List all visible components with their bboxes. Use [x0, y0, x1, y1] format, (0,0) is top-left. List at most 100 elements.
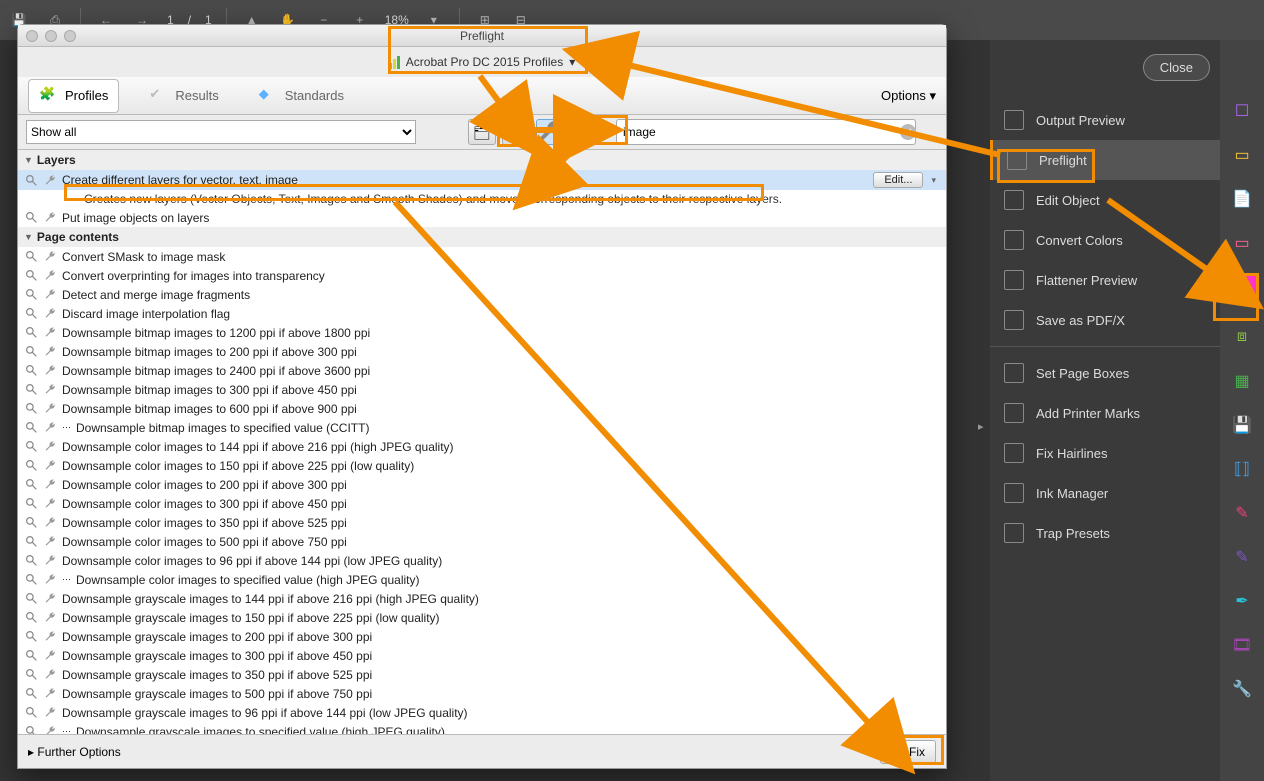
fixup-label: Create different layers for vector, text… — [62, 173, 869, 187]
fixup-row[interactable]: Downsample color images to 500 ppi if ab… — [18, 532, 946, 551]
fixup-row[interactable]: Downsample bitmap images to 2400 ppi if … — [18, 361, 946, 380]
group-header[interactable]: ▼ Layers — [18, 150, 946, 170]
add-page-icon[interactable]: ⊕ — [1228, 276, 1256, 304]
panel-item-save-as-pdf-x[interactable]: Save as PDF/X — [990, 300, 1220, 340]
fixup-row[interactable]: Downsample color images to 96 ppi if abo… — [18, 551, 946, 570]
tab-results[interactable]: ✔ Results — [139, 80, 228, 112]
panel-item-ink-manager[interactable]: Ink Manager — [990, 473, 1220, 513]
fixup-row[interactable]: Downsample color images to 350 ppi if ab… — [18, 513, 946, 532]
fixup-row[interactable]: Downsample grayscale images to 96 ppi if… — [18, 703, 946, 722]
magnifier-icon — [24, 458, 39, 473]
crop-icon[interactable]: ⧈ — [1231, 326, 1253, 348]
magnifier-icon — [24, 420, 39, 435]
sign-icon[interactable]: ✎ — [1231, 502, 1253, 524]
chevron-down-icon: ▾ — [569, 55, 575, 69]
fixup-row[interactable]: Downsample grayscale images to 500 ppi i… — [18, 684, 946, 703]
page-icon[interactable]: 📄 — [1231, 188, 1253, 210]
wrench-icon — [43, 458, 58, 473]
note-icon[interactable]: ▭ — [1231, 144, 1253, 166]
fixup-label: Downsample grayscale images to 150 ppi i… — [62, 611, 940, 625]
panel-item-label: Ink Manager — [1036, 486, 1108, 501]
fixup-row[interactable]: Downsample bitmap images to 200 ppi if a… — [18, 342, 946, 361]
wrench-icon — [43, 667, 58, 682]
fixups-filter-button[interactable] — [536, 119, 564, 145]
window-titlebar[interactable]: Preflight — [18, 25, 946, 47]
fixup-label: Downsample bitmap images to 300 ppi if a… — [62, 383, 940, 397]
tool-settings-icon[interactable]: 🔧 — [1231, 678, 1253, 700]
fixup-label: Downsample color images to 96 ppi if abo… — [62, 554, 940, 568]
panel-item-output-preview[interactable]: Output Preview — [990, 100, 1220, 140]
fixup-row[interactable]: Downsample grayscale images to 350 ppi i… — [18, 665, 946, 684]
collapse-panel-icon[interactable]: ▸ — [978, 420, 984, 433]
measure-icon[interactable]: ⟦⟧ — [1231, 458, 1253, 480]
panel-item-edit-object[interactable]: Edit Object — [990, 180, 1220, 220]
panel-item-set-page-boxes[interactable]: Set Page Boxes — [990, 353, 1220, 393]
fixup-label: Downsample grayscale images to 500 ppi i… — [62, 687, 940, 701]
panel-item-label: Save as PDF/X — [1036, 313, 1125, 328]
edit-alt-icon[interactable]: ✎ — [1231, 546, 1253, 568]
wrench-icon — [43, 439, 58, 454]
panel-item-label: Preflight — [1039, 153, 1087, 168]
magnifier-icon — [24, 629, 39, 644]
window-controls[interactable] — [26, 30, 76, 42]
pen-icon[interactable]: ✒ — [1231, 590, 1253, 612]
wrench-icon — [43, 344, 58, 359]
clear-search-button[interactable]: ✕ — [900, 124, 916, 140]
fixup-row[interactable]: Downsample color images to 144 ppi if ab… — [18, 437, 946, 456]
fixup-row[interactable]: ⋯Downsample grayscale images to specifie… — [18, 722, 946, 734]
fixup-row[interactable]: Create different layers for vector, text… — [18, 170, 946, 190]
chip-icon[interactable]: ▦ — [1231, 370, 1253, 392]
profiles-dropdown[interactable]: Acrobat Pro DC 2015 Profiles ▾ — [381, 52, 583, 72]
group-header[interactable]: ▼ Page contents — [18, 227, 946, 247]
fixup-row[interactable]: Downsample color images to 150 ppi if ab… — [18, 456, 946, 475]
fixup-label: Convert overprinting for images into tra… — [62, 269, 940, 283]
fixup-row[interactable]: Discard image interpolation flag — [18, 304, 946, 323]
panel-item-fix-hairlines[interactable]: Fix Hairlines — [990, 433, 1220, 473]
fixup-row[interactable]: ⋯Downsample bitmap images to specified v… — [18, 418, 946, 437]
panel-item-preflight[interactable]: Preflight — [990, 140, 1220, 180]
fixup-label: Downsample color images to 144 ppi if ab… — [62, 440, 940, 454]
fixup-row[interactable]: Downsample bitmap images to 600 ppi if a… — [18, 399, 946, 418]
fixup-row[interactable]: Downsample grayscale images to 144 ppi i… — [18, 589, 946, 608]
wrench-icon — [43, 572, 58, 587]
fixup-row[interactable]: Downsample grayscale images to 200 ppi i… — [18, 627, 946, 646]
further-options-toggle[interactable]: ▸ Further Options — [28, 745, 121, 759]
edit-button[interactable]: Edit... — [873, 172, 923, 188]
fixups-list[interactable]: ▼ Layers Create different layers for vect… — [18, 149, 946, 734]
group-toggle-button[interactable]: 🗂 — [468, 119, 496, 145]
panel-item-trap-presets[interactable]: Trap Presets — [990, 513, 1220, 553]
tab-profiles[interactable]: 🧩 Profiles — [28, 79, 119, 113]
layout-icon[interactable]: ▭ — [1231, 232, 1253, 254]
filter-select[interactable]: Show all — [26, 120, 416, 144]
fixup-row[interactable]: Convert SMask to image mask — [18, 247, 946, 266]
film-icon[interactable]: 🎞 — [1231, 634, 1253, 656]
search-input[interactable] — [616, 119, 916, 145]
fixup-row[interactable]: Downsample color images to 300 ppi if ab… — [18, 494, 946, 513]
window-title: Preflight — [460, 29, 504, 43]
fixup-row[interactable]: Downsample bitmap images to 1200 ppi if … — [18, 323, 946, 342]
fixup-row[interactable]: Convert overprinting for images into tra… — [18, 266, 946, 285]
fixup-row[interactable]: Downsample grayscale images to 300 ppi i… — [18, 646, 946, 665]
fixup-row[interactable]: ⋯Downsample color images to specified va… — [18, 570, 946, 589]
panel-item-convert-colors[interactable]: Convert Colors — [990, 220, 1220, 260]
save-alt-icon[interactable]: 💾 — [1231, 414, 1253, 436]
fixup-row[interactable]: Detect and merge image fragments — [18, 285, 946, 304]
panel-item-label: Add Printer Marks — [1036, 406, 1140, 421]
panel-item-add-printer-marks[interactable]: Add Printer Marks — [990, 393, 1220, 433]
fixup-row[interactable]: Downsample grayscale images to 150 ppi i… — [18, 608, 946, 627]
tab-standards[interactable]: ◆ Standards — [249, 80, 354, 112]
fixup-row[interactable]: Downsample bitmap images to 300 ppi if a… — [18, 380, 946, 399]
options-menu[interactable]: Options ▾ — [881, 88, 936, 104]
tool-icon — [1004, 190, 1024, 210]
inspect-button[interactable] — [502, 119, 530, 145]
close-button[interactable]: Close — [1143, 54, 1210, 81]
fixup-row[interactable]: Downsample color images to 200 ppi if ab… — [18, 475, 946, 494]
wrench-icon — [43, 553, 58, 568]
comment-icon[interactable]: ☐ — [1231, 100, 1253, 122]
fixup-label: Downsample color images to 350 ppi if ab… — [62, 516, 940, 530]
fix-button[interactable]: Fix — [880, 740, 936, 764]
fixup-row[interactable]: Put image objects on layers — [18, 208, 946, 227]
magnifier-icon — [24, 306, 39, 321]
fixup-label: Downsample grayscale images to specified… — [76, 725, 940, 735]
panel-item-flattener-preview[interactable]: Flattener Preview — [990, 260, 1220, 300]
